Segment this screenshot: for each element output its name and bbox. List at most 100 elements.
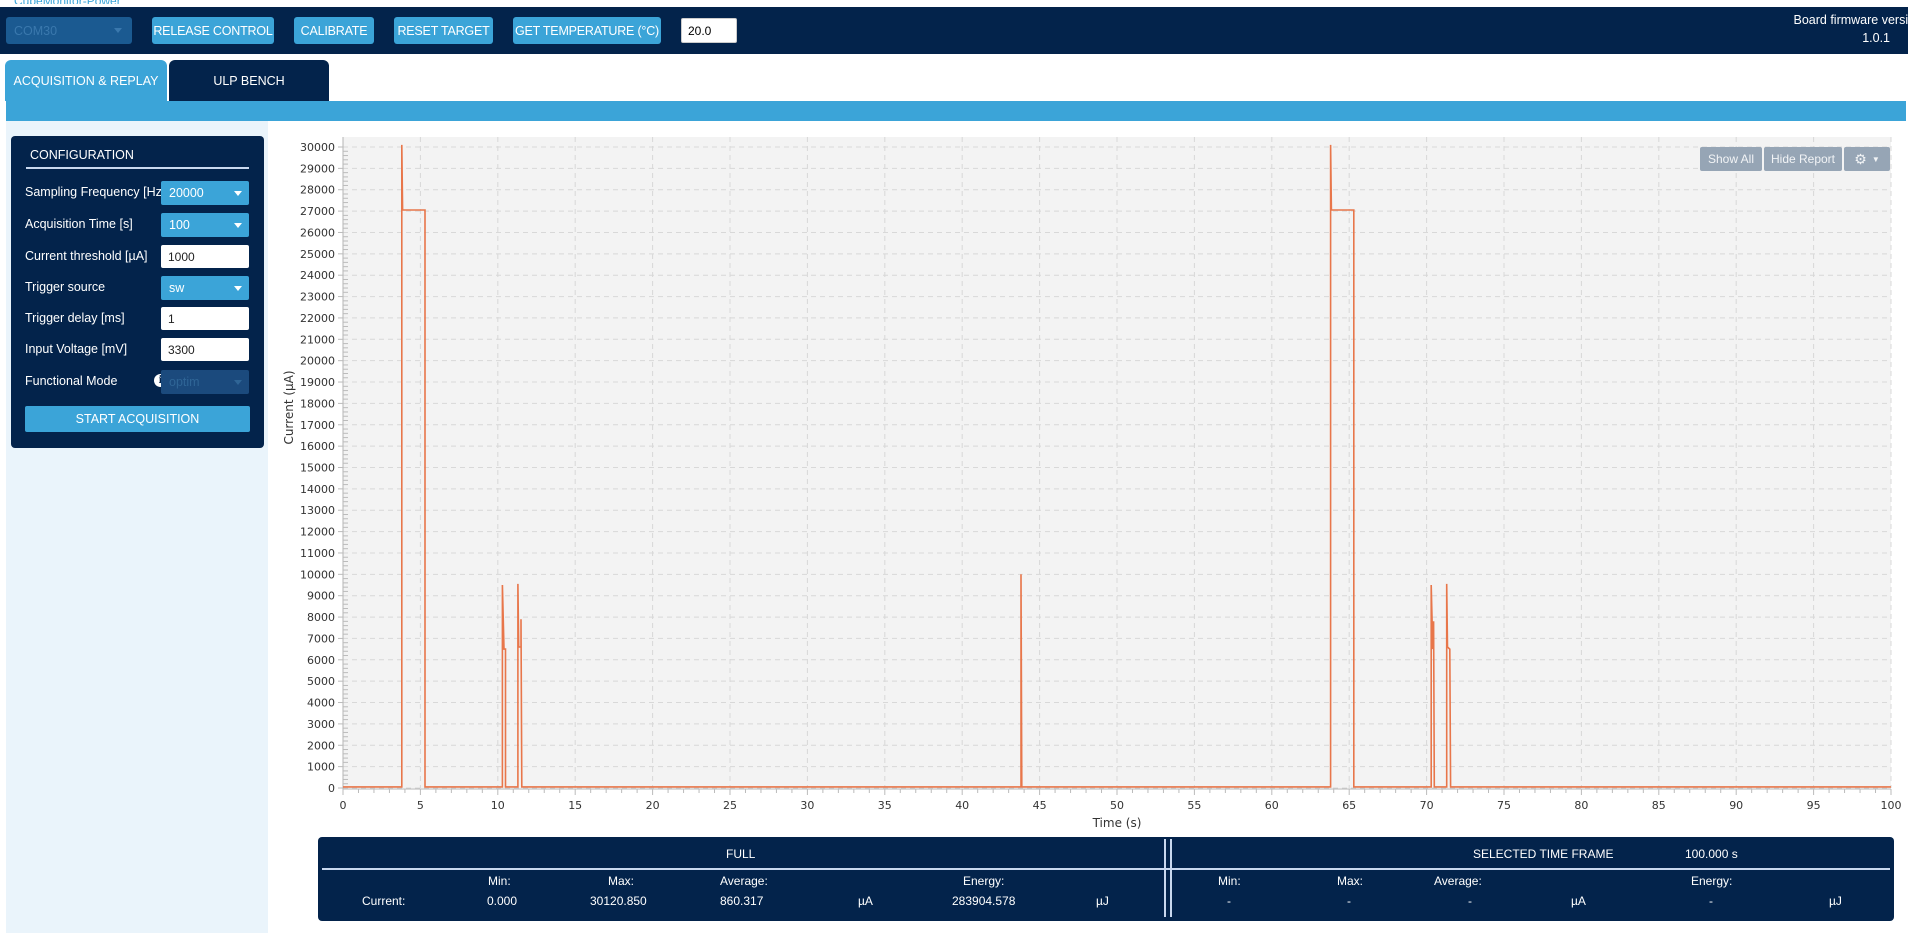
y-tick-label: 24000 xyxy=(300,269,335,282)
y-tick-label: 10000 xyxy=(300,568,335,581)
x-tick-label: 60 xyxy=(1265,799,1279,812)
start-acquisition-button[interactable]: START ACQUISITION xyxy=(25,406,250,432)
trigger-source-select[interactable]: sw xyxy=(161,276,249,300)
y-tick-label: 13000 xyxy=(300,504,335,517)
x-tick-label: 15 xyxy=(568,799,582,812)
tab-ulp-bench[interactable]: ULP BENCH xyxy=(169,60,329,101)
full-min-value: 0.000 xyxy=(487,894,518,908)
trigger-source-label: Trigger source xyxy=(25,280,106,294)
selected-energy-value: - xyxy=(1709,894,1713,908)
full-average-value: 860.317 xyxy=(720,894,764,908)
port-select-value: COM30 xyxy=(14,23,58,38)
x-tick-label: 85 xyxy=(1652,799,1666,812)
tab-acquisition-replay[interactable]: ACQUISITION & REPLAY xyxy=(5,60,167,101)
configuration-panel: CONFIGURATION Sampling Frequency [Hz] 20… xyxy=(11,136,264,448)
current-threshold-row: Current threshold [µA] xyxy=(25,245,260,269)
y-tick-label: 22000 xyxy=(300,312,335,325)
config-title: CONFIGURATION xyxy=(30,148,134,162)
y-tick-label: 25000 xyxy=(300,248,335,261)
selected-average-value: - xyxy=(1468,894,1472,908)
full-average-header: Average: xyxy=(720,874,768,888)
functional-mode-value: optim xyxy=(169,375,200,389)
sampling-frequency-value: 20000 xyxy=(169,186,204,200)
tab-underline xyxy=(6,101,1906,121)
config-divider xyxy=(26,167,249,169)
y-tick-label: 29000 xyxy=(300,162,335,175)
full-energy-value: 283904.578 xyxy=(952,894,1016,908)
y-tick-label: 11000 xyxy=(300,547,335,560)
full-max-value: 30120.850 xyxy=(590,894,647,908)
sampling-frequency-row: Sampling Frequency [Hz] 20000 xyxy=(25,181,260,205)
settings-menu-button[interactable]: ⚙ ▼ xyxy=(1844,147,1890,171)
current-chart[interactable]: 0 1000 2000 3000 4000 5000 6000 7000 8000 9000 100… xyxy=(283,129,1908,829)
y-tick-label: 17000 xyxy=(300,419,335,432)
port-select[interactable]: COM30 xyxy=(6,17,132,44)
get-temperature-button[interactable]: GET TEMPERATURE (°C) xyxy=(513,17,661,44)
y-tick-label: 0 xyxy=(328,782,335,795)
chevron-down-icon: ▼ xyxy=(1871,154,1880,164)
current-threshold-label: Current threshold [µA] xyxy=(25,249,148,263)
y-tick-label: 26000 xyxy=(300,226,335,239)
y-tick-label: 23000 xyxy=(300,291,335,304)
y-tick-label: 5000 xyxy=(307,675,335,688)
y-tick-label: 4000 xyxy=(307,697,335,710)
x-tick-label: 0 xyxy=(340,799,347,812)
y-tick-label: 12000 xyxy=(300,526,335,539)
firmware-label: Board firmware version xyxy=(1793,13,1908,27)
full-title: FULL xyxy=(726,847,756,861)
trigger-source-row: Trigger source sw xyxy=(25,276,260,300)
calibrate-button[interactable]: CALIBRATE xyxy=(294,17,374,44)
selected-max-header: Max: xyxy=(1337,874,1364,888)
chart-svg: 0100020003000400050006000700080009000100… xyxy=(283,137,1902,829)
x-tick-label: 20 xyxy=(646,799,660,812)
selected-title: SELECTED TIME FRAME xyxy=(1473,847,1614,861)
temperature-field[interactable] xyxy=(681,18,737,43)
selected-min-header: Min: xyxy=(1218,874,1241,888)
full-current-unit: µA xyxy=(858,894,873,908)
hide-report-button[interactable]: Hide Report xyxy=(1764,147,1842,171)
x-tick-label: 35 xyxy=(878,799,892,812)
y-tick-label: 27000 xyxy=(300,205,335,218)
gear-icon: ⚙ xyxy=(1854,150,1867,167)
chevron-down-icon xyxy=(114,28,122,33)
selected-duration: 100.000 s xyxy=(1685,847,1738,861)
chevron-down-icon xyxy=(234,223,242,228)
x-axis-label: Time (s) xyxy=(1092,816,1142,829)
functional-mode-row: Functional Mode i optim xyxy=(25,370,260,394)
y-tick-label: 19000 xyxy=(300,376,335,389)
y-tick-label: 15000 xyxy=(300,462,335,475)
selected-current-unit: µA xyxy=(1571,894,1586,908)
trigger-delay-label: Trigger delay [ms] xyxy=(25,311,125,325)
show-all-button[interactable]: Show All xyxy=(1700,147,1762,171)
x-tick-label: 5 xyxy=(417,799,424,812)
release-control-button[interactable]: RELEASE CONTROL xyxy=(152,17,274,44)
sampling-frequency-select[interactable]: 20000 xyxy=(161,181,249,205)
trigger-delay-row: Trigger delay [ms] xyxy=(25,307,260,331)
reset-target-button[interactable]: RESET TARGET xyxy=(394,17,493,44)
x-tick-label: 100 xyxy=(1881,799,1902,812)
report-separator xyxy=(1170,839,1172,917)
selected-energy-header: Energy: xyxy=(1691,874,1733,888)
y-tick-label: 18000 xyxy=(300,397,335,410)
selected-min-value: - xyxy=(1227,894,1231,908)
y-tick-label: 8000 xyxy=(307,611,335,624)
input-voltage-input[interactable] xyxy=(161,338,249,361)
y-axis-label: Current (µA) xyxy=(283,370,296,444)
x-tick-label: 45 xyxy=(1033,799,1047,812)
trigger-source-value: sw xyxy=(169,281,185,295)
chevron-down-icon xyxy=(234,380,242,385)
x-tick-label: 50 xyxy=(1110,799,1124,812)
acquisition-time-select[interactable]: 100 xyxy=(161,213,249,237)
x-tick-label: 10 xyxy=(491,799,505,812)
y-tick-label: 2000 xyxy=(307,739,335,752)
x-tick-label: 55 xyxy=(1187,799,1201,812)
x-tick-label: 80 xyxy=(1574,799,1588,812)
x-tick-label: 70 xyxy=(1420,799,1434,812)
y-tick-label: 21000 xyxy=(300,333,335,346)
x-tick-label: 40 xyxy=(955,799,969,812)
current-threshold-input[interactable] xyxy=(161,245,249,268)
y-tick-label: 7000 xyxy=(307,632,335,645)
x-tick-label: 25 xyxy=(723,799,737,812)
y-tick-label: 30000 xyxy=(300,141,335,154)
trigger-delay-input[interactable] xyxy=(161,307,249,330)
